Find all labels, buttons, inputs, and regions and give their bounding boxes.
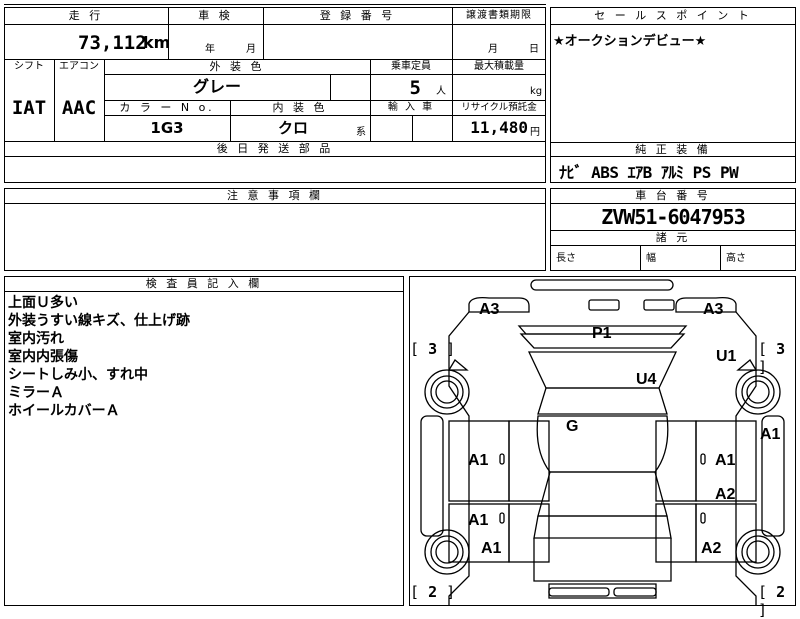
equipment-text: ﾅﾋﾞ ABS ｴｱB ｱﾙﾐ PS PW [559, 163, 739, 182]
dimension-height-label: 高さ [726, 253, 746, 264]
recycle-header: リサイクル預託金 [461, 102, 537, 113]
mark-p1: P1 [592, 325, 612, 342]
capacity-header: 乗車定員 [391, 61, 431, 72]
tire-grade-right-rear: [ 2 ] [758, 583, 786, 619]
inspection-month-label: 月 [246, 44, 256, 55]
transfer-month-label: 月 [488, 44, 498, 55]
dimension-length-label: 長さ [556, 253, 576, 264]
max-load-header: 最大積載量 [474, 61, 524, 72]
chassis-header: 車 台 番 号 [635, 189, 711, 202]
mark-a3-right: A3 [703, 301, 724, 318]
registration-header: 登 録 番 号 [319, 9, 396, 22]
mark-a1-left-front-door: A1 [468, 452, 489, 469]
rear-body-icon [533, 538, 672, 582]
transfer-day-label: 日 [529, 44, 539, 55]
left-rear-tire-icon [424, 529, 470, 575]
right-front-tire-icon [735, 369, 781, 415]
color-no-header: カ ラ ー N o. [119, 101, 215, 114]
mark-a1-right-side: A1 [760, 426, 781, 443]
notes-header: 注 意 事 項 欄 [227, 189, 323, 202]
rear-window-icon [537, 471, 668, 517]
tire-grade-right-front: [ 3 ] [758, 340, 786, 376]
later-parts-header: 後 日 発 送 部 品 [216, 142, 334, 155]
exterior-color-value: グレー [192, 77, 241, 96]
trunk-icon [533, 515, 672, 539]
aircon-value: AAC [61, 97, 97, 119]
interior-color-value: クロ [277, 119, 308, 137]
sales-point-text: ★オークションデビュー★ [553, 34, 707, 49]
mileage-value: 73,112 [78, 32, 147, 54]
inspector-note-6: ミラーＡ [8, 385, 64, 401]
sales-point-box [550, 7, 796, 143]
inspector-header: 検 査 員 記 入 欄 [145, 277, 263, 290]
capacity-unit: 人 [436, 86, 446, 97]
mark-a1-left-rear-door: A1 [468, 512, 489, 529]
inspector-note-1: 上面Ｕ多い [8, 295, 78, 311]
inspector-note-4: 室内内張傷 [8, 349, 78, 365]
inspection-header: 車 検 [198, 9, 233, 22]
import-car-header: 輸 入 車 [387, 102, 435, 113]
mileage-header: 走 行 [68, 9, 104, 22]
capacity-value: 5 [409, 77, 421, 99]
recycle-unit: 円 [530, 127, 540, 138]
mark-a2-right-rear-door: A2 [715, 486, 736, 503]
mark-g: G [566, 418, 579, 435]
right-rear-tire-icon [735, 529, 781, 575]
equipment-header: 純 正 装 備 [635, 143, 711, 156]
inspector-note-2: 外装うすい線キズ、仕上げ跡 [8, 313, 190, 329]
left-side-panel-icon [420, 415, 444, 537]
dimension-width-label: 幅 [646, 253, 656, 264]
exterior-color-header: 外 装 色 [209, 60, 265, 73]
dimensions-header: 諸 元 [655, 231, 691, 244]
front-bumper-icon [530, 279, 674, 291]
roof-front-icon [537, 387, 668, 415]
roof-icon [536, 415, 669, 473]
shift-header: シフト [14, 61, 44, 72]
tire-grade-left-front: [ 3 ] [410, 340, 456, 358]
mark-a1-left-rear: A1 [481, 540, 502, 557]
chassis-number: ZVW51-6047953 [601, 205, 746, 229]
color-no-value: 1G3 [150, 119, 184, 137]
left-front-tire-icon [424, 369, 470, 415]
tire-grade-left-rear: [ 2 ] [410, 583, 456, 601]
left-mirror-icon [447, 359, 469, 371]
mark-u1: U1 [716, 348, 737, 365]
inspector-note-7: ホイールカバーＡ [8, 403, 120, 419]
aircon-header: エアコン [59, 61, 99, 72]
inspector-note-3: 室内汚れ [8, 331, 64, 347]
inspector-note-5: シートしみ小、すれ中 [8, 367, 148, 383]
top-strip-line [4, 4, 546, 5]
mark-a3-left: A3 [479, 301, 500, 318]
inspection-year-label: 年 [205, 44, 215, 55]
right-mirror-icon [736, 359, 758, 371]
recycle-value: 11,480 [470, 118, 528, 137]
mark-u4: U4 [636, 371, 657, 388]
shift-value: IAT [11, 97, 47, 119]
transfer-deadline-header: 譲渡書類期限 [466, 10, 532, 21]
max-load-unit: kg [530, 86, 543, 97]
interior-color-suffix: 系 [356, 127, 366, 138]
mark-a2-right-rear: A2 [701, 540, 722, 557]
mark-a1-right-front-door: A1 [715, 452, 736, 469]
mileage-unit: km [143, 33, 171, 52]
interior-color-header: 内 装 色 [272, 101, 328, 114]
sales-point-header: セ ー ル ス ポ イ ン ト [594, 9, 752, 22]
